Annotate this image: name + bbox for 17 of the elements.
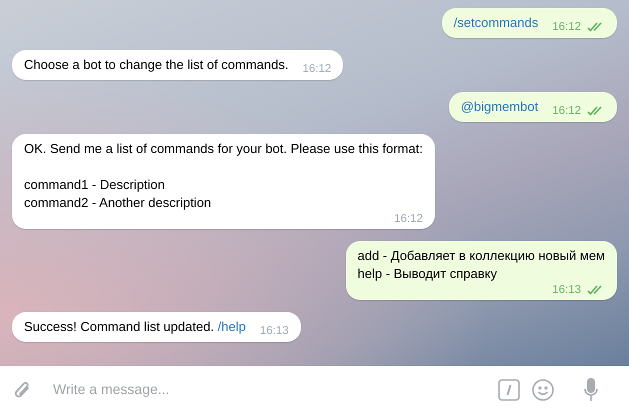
- command-link[interactable]: @bigmembot: [460, 99, 538, 114]
- command-link[interactable]: /setcommands: [454, 15, 538, 30]
- message-text: add - Добавляет в коллекцию новый мем help - Выводит справку: [358, 248, 605, 281]
- message-time: 16:13: [552, 283, 581, 297]
- message-text: Success! Command list updated.: [24, 319, 216, 334]
- microphone-icon[interactable]: [584, 378, 598, 402]
- message-input[interactable]: Write a message...: [53, 379, 498, 400]
- message-time: 16:12: [552, 104, 581, 118]
- emoji-icon[interactable]: [532, 378, 554, 400]
- message-time: 16:12: [302, 62, 332, 76]
- message-time: 16:12: [394, 212, 423, 226]
- command-link[interactable]: /help: [218, 319, 246, 334]
- message-time: 16:13: [260, 324, 289, 338]
- message-text: OK. Send me a list of commands for your bot. Please use this format: command1 - Description command2 - Another description: [24, 141, 423, 210]
- message-time: 16:12: [552, 20, 581, 34]
- message-text: Choose a bot to change the list of commands.: [24, 57, 288, 72]
- commands-icon[interactable]: [498, 378, 520, 400]
